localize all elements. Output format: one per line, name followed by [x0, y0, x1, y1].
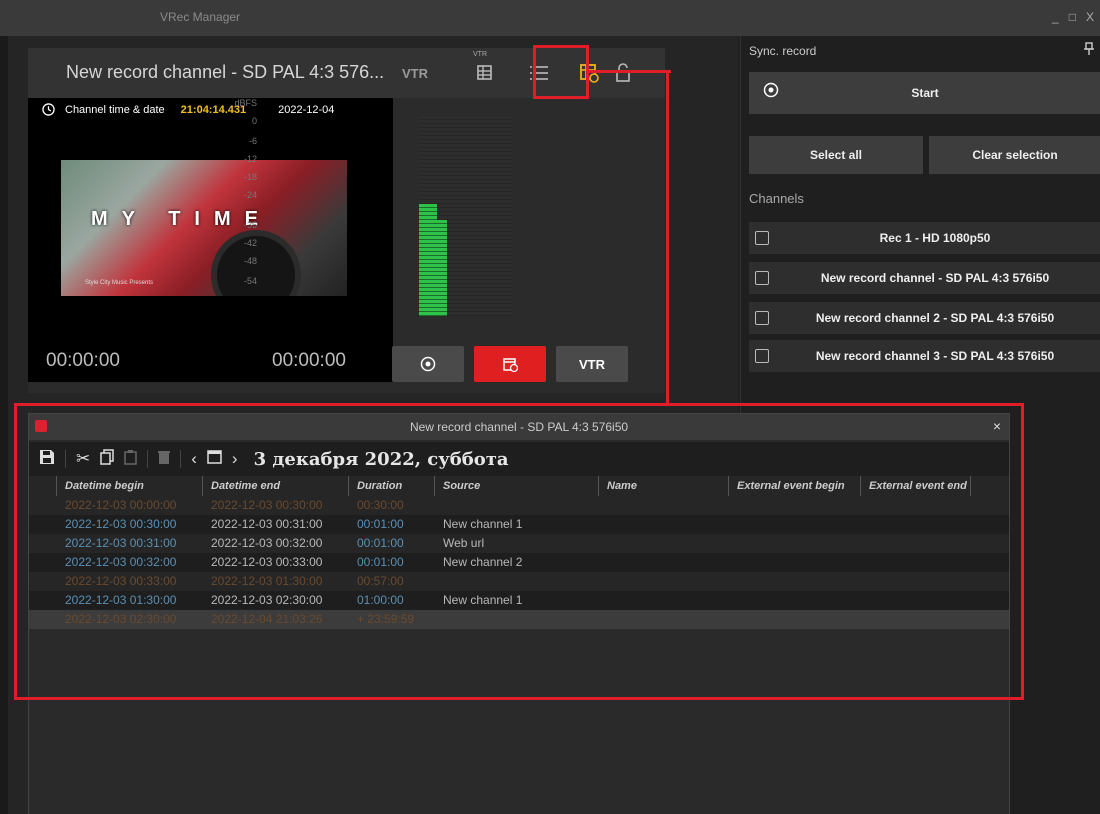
- channel-label: New record channel 3 - SD PAL 4:3 576i50: [815, 349, 1055, 363]
- video-credit: Style City Music Presents: [85, 280, 154, 286]
- meter-scale-tick: -54: [243, 276, 257, 286]
- meter-scale-tick: -42: [243, 238, 257, 248]
- channel-checkbox[interactable]: [755, 311, 769, 325]
- channel-row[interactable]: New record channel 3 - SD PAL 4:3 576i50: [749, 340, 1100, 372]
- channel-clock: Channel time & date 21:04:14.431 2022-12…: [42, 103, 334, 116]
- record-icon: [763, 82, 779, 103]
- select-all-button[interactable]: Select all: [749, 136, 923, 174]
- panel-title: Sync. record: [749, 44, 817, 58]
- channel-label: New record channel 2 - SD PAL 4:3 576i50: [815, 311, 1055, 325]
- channel-checkbox[interactable]: [755, 271, 769, 285]
- meter-unit: dBFS: [234, 98, 257, 108]
- meter-scale-tick: -48: [243, 256, 257, 266]
- vtr-button[interactable]: VTR: [556, 346, 628, 382]
- channel-label: Rec 1 - HD 1080p50: [879, 231, 991, 245]
- app-window: VRec Manager _ □ X New record channel - …: [0, 0, 1100, 814]
- unlock-icon[interactable]: [600, 48, 646, 98]
- clock-icon: [42, 103, 55, 116]
- maximize-button[interactable]: □: [1069, 10, 1076, 24]
- start-button[interactable]: Start: [749, 72, 1100, 114]
- pin-icon[interactable]: [1084, 42, 1094, 58]
- highlight-box-icon: [533, 45, 589, 99]
- minimize-button[interactable]: _: [1052, 10, 1059, 24]
- app-title: VRec Manager: [160, 10, 241, 24]
- timecode-left: 00:00:00: [46, 350, 120, 371]
- highlight-connector: [666, 70, 669, 406]
- channel-row[interactable]: New record channel 2 - SD PAL 4:3 576i50: [749, 302, 1100, 334]
- meter-scale-tick: 0: [251, 116, 257, 126]
- highlight-connector: [589, 70, 671, 73]
- clear-selection-button[interactable]: Clear selection: [929, 136, 1100, 174]
- video-frame: MY TIME Style City Music Presents: [61, 160, 347, 296]
- vtr-schedule-icon[interactable]: [460, 48, 510, 98]
- meter-scale-tick: -36: [243, 220, 257, 230]
- meter-scale-tick: -6: [248, 136, 257, 146]
- close-window-button[interactable]: X: [1086, 10, 1094, 24]
- meter-bar-right: [429, 220, 447, 316]
- video-preview: Channel time & date 21:04:14.431 2022-12…: [28, 98, 393, 382]
- audio-meter: [418, 116, 550, 316]
- meter-scale-tick: -24: [243, 190, 257, 200]
- vtr-mode-button[interactable]: VTR: [390, 48, 440, 98]
- highlight-box-schedule: [14, 403, 1024, 700]
- channel-card: New record channel - SD PAL 4:3 576... V…: [28, 48, 665, 393]
- channel-row[interactable]: New record channel - SD PAL 4:3 576i50: [749, 262, 1100, 294]
- channel-row[interactable]: Rec 1 - HD 1080p50: [749, 222, 1100, 254]
- channel-label: New record channel - SD PAL 4:3 576i50: [820, 271, 1050, 285]
- schedule-button[interactable]: [474, 346, 546, 382]
- title-bar: VRec Manager _ □ X: [0, 0, 1100, 36]
- meter-scale-tick: -18: [243, 172, 257, 182]
- schedule-icon: [503, 358, 518, 372]
- channels-heading: Channels: [749, 191, 804, 206]
- record-icon: [420, 356, 436, 372]
- clock-date: 2022-12-04: [278, 103, 335, 116]
- timecode-right: 00:00:00: [272, 350, 346, 371]
- channel-checkbox[interactable]: [755, 231, 769, 245]
- meter-scale-tick: -12: [243, 154, 257, 164]
- start-label: Start: [911, 86, 939, 100]
- record-button[interactable]: [392, 346, 464, 382]
- channel-title: New record channel - SD PAL 4:3 576...: [66, 62, 385, 82]
- channel-checkbox[interactable]: [755, 349, 769, 363]
- clock-label: Channel time & date: [65, 103, 165, 116]
- left-edge: [0, 36, 8, 814]
